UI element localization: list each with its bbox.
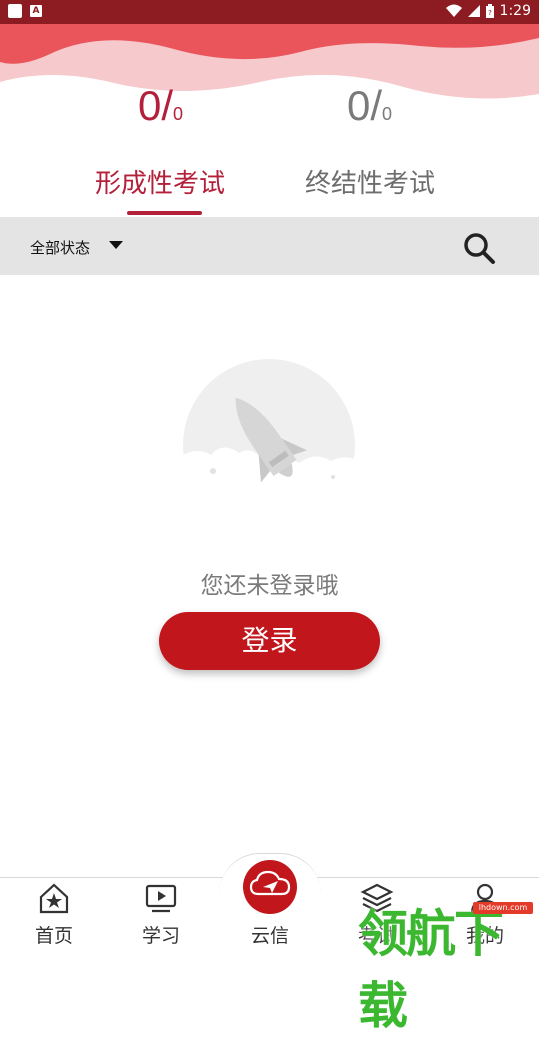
status-right: ? 1:29: [445, 3, 531, 19]
nav-label-home: 首页: [34, 925, 73, 947]
caret-down-icon[interactable]: [109, 241, 123, 249]
watermark-text: 领航下载: [358, 905, 504, 1035]
summative-score-slash: /: [370, 82, 383, 129]
nav-label-cloud-message: 云信: [250, 925, 289, 947]
notification-a-icon: A: [30, 5, 42, 17]
svg-text:?: ?: [488, 9, 492, 17]
summative-score[interactable]: 0/0: [347, 82, 392, 130]
notification-square-icon: [8, 4, 22, 18]
play-video-icon: [145, 884, 177, 913]
watermark-url: lhdown.com: [473, 902, 533, 914]
login-button[interactable]: 登录: [159, 612, 380, 670]
cloud-send-icon: [249, 870, 291, 896]
status-time: 1:29: [499, 3, 531, 19]
header-wave: [0, 24, 539, 99]
nav-label-study: 学习: [141, 925, 180, 947]
summative-score-den: 0: [382, 104, 393, 124]
nav-item-home[interactable]: 首页: [14, 877, 94, 957]
nav-item-study[interactable]: 学习: [121, 877, 201, 957]
summative-score-num: 0: [347, 82, 371, 129]
cell-signal-icon: [467, 5, 480, 17]
rocket-icon: [183, 359, 355, 531]
formative-score-den: 0: [173, 104, 184, 124]
not-logged-in-message: 您还未登录哦: [200, 573, 339, 599]
formative-score-slash: /: [161, 82, 174, 129]
wifi-icon: [445, 4, 462, 17]
active-tab-indicator: [127, 211, 202, 215]
status-left: A: [8, 4, 42, 18]
search-icon[interactable]: [462, 231, 496, 265]
filter-bar: 全部状态: [0, 217, 539, 275]
tab-formative-exam[interactable]: 形成性考试: [95, 163, 225, 200]
home-star-icon: [39, 883, 69, 914]
watermark-logo: 领航下载 lhdown.com: [358, 890, 539, 1035]
battery-icon: ?: [485, 4, 494, 18]
formative-score[interactable]: 0/0: [138, 82, 183, 130]
status-filter-dropdown[interactable]: 全部状态: [30, 237, 90, 258]
formative-score-num: 0: [138, 82, 162, 129]
status-bar: A ? 1:29: [0, 0, 539, 24]
nav-item-cloud-message[interactable]: [243, 860, 297, 914]
tab-summative-exam[interactable]: 终结性考试: [305, 163, 435, 200]
